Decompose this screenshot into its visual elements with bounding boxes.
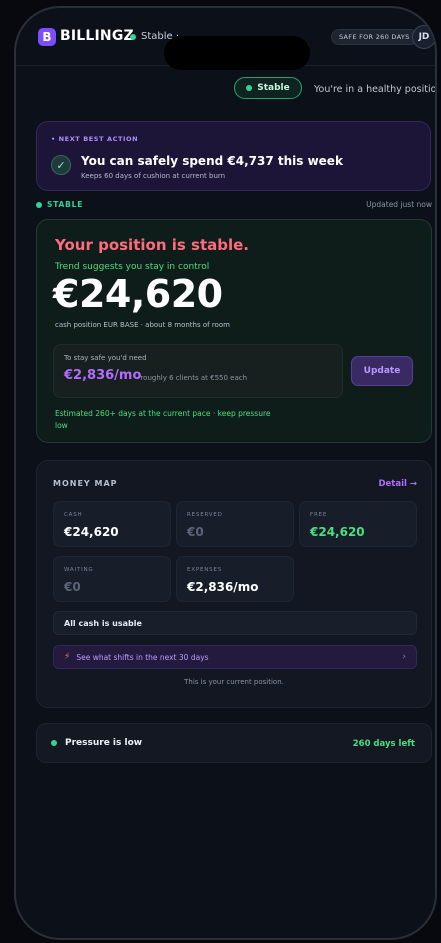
pressure-status: Pressure is low: [51, 738, 142, 748]
tile-waiting[interactable]: WAITING €0: [53, 556, 171, 602]
trend-text: Trend suggests you stay in control: [55, 262, 210, 272]
tile-label: RESERVED: [187, 512, 223, 518]
pressure-dot-icon: [51, 740, 57, 746]
tile-label: EXPENSES: [187, 567, 223, 573]
shifts-link[interactable]: ⚡ See what shifts in the next 30 days ›: [53, 645, 417, 669]
next-best-action-title: You can safely spend €4,737 this week: [81, 154, 343, 168]
stable-status-pill: Stable: [234, 77, 302, 99]
bolt-icon: ⚡: [64, 652, 71, 662]
usable-cash-row: All cash is usable: [53, 611, 417, 635]
section-row: STABLE Updated just now: [36, 199, 432, 213]
estimate-text: Estimated 260+ days at the current pace …: [55, 409, 271, 430]
tile-label: WAITING: [64, 567, 94, 573]
position-title: Your position is stable.: [55, 236, 249, 254]
money-map-title: MONEY MAP: [53, 479, 118, 488]
detail-link[interactable]: Detail →: [378, 479, 417, 489]
cash-amount: €24,620: [53, 272, 223, 316]
tile-value: €2,836/mo: [187, 580, 259, 594]
next-best-action-label: • NEXT BEST ACTION: [51, 135, 139, 143]
safe-need-box: To stay safe you'd need €2,836/mo · roug…: [53, 344, 343, 398]
status-dot-icon: [130, 33, 136, 40]
brand-name[interactable]: BILLINGZ: [60, 28, 134, 44]
phone-frame: B BILLINGZ Stable · SAFE FOR 260 DAYS JD…: [14, 6, 437, 940]
section-stable-label: STABLE: [36, 200, 83, 209]
tile-free[interactable]: FREE €24,620: [299, 501, 417, 547]
pressure-label: Pressure is low: [65, 738, 143, 748]
next-best-action-card[interactable]: • NEXT BEST ACTION ✓ You can safely spen…: [36, 121, 431, 191]
chevron-right-icon: ›: [402, 652, 406, 662]
tile-value: €24,620: [310, 525, 365, 539]
tile-value: €0: [187, 525, 204, 539]
cash-caption: cash position EUR BASE · about 8 months …: [55, 321, 230, 329]
stable-pill-label: Stable: [257, 83, 290, 93]
tile-label: CASH: [64, 512, 83, 518]
updated-timestamp: Updated just now: [366, 200, 432, 209]
tile-value: €24,620: [64, 525, 119, 539]
safe-days-badge: SAFE FOR 260 DAYS: [331, 29, 418, 45]
stable-dot-icon: [246, 85, 253, 91]
tile-cash[interactable]: CASH €24,620: [53, 501, 171, 547]
safe-need-detail: · roughly 6 clients at €550 each: [136, 374, 248, 382]
pressure-card[interactable]: Pressure is low 260 days left: [36, 723, 432, 763]
position-card: Your position is stable. Trend suggests …: [36, 219, 432, 443]
update-button[interactable]: Update: [351, 356, 413, 386]
camera-notch: [164, 36, 310, 70]
avatar[interactable]: JD: [412, 25, 435, 49]
section-dot-icon: [36, 201, 42, 208]
section-label-text: STABLE: [47, 200, 84, 209]
tile-expenses[interactable]: EXPENSES €2,836/mo: [176, 556, 294, 602]
shifts-link-label: See what shifts in the next 30 days: [76, 652, 209, 662]
safe-need-amount: €2,836/mo: [64, 368, 142, 383]
tile-reserved[interactable]: RESERVED €0: [176, 501, 294, 547]
healthy-message: You're in a healthy position: [314, 84, 437, 95]
check-icon: ✓: [51, 155, 71, 175]
money-map-card: MONEY MAP Detail → CASH €24,620 RESERVED…: [36, 460, 432, 708]
tile-value: €0: [64, 580, 81, 594]
current-position-note: This is your current position.: [184, 678, 284, 686]
safe-need-label: To stay safe you'd need: [64, 354, 147, 362]
next-best-action-subtitle: Keeps 60 days of cushion at current burn: [81, 172, 226, 180]
days-left: 260 days left: [352, 739, 415, 749]
logo-icon: B: [38, 28, 56, 46]
tile-label: FREE: [310, 512, 328, 518]
